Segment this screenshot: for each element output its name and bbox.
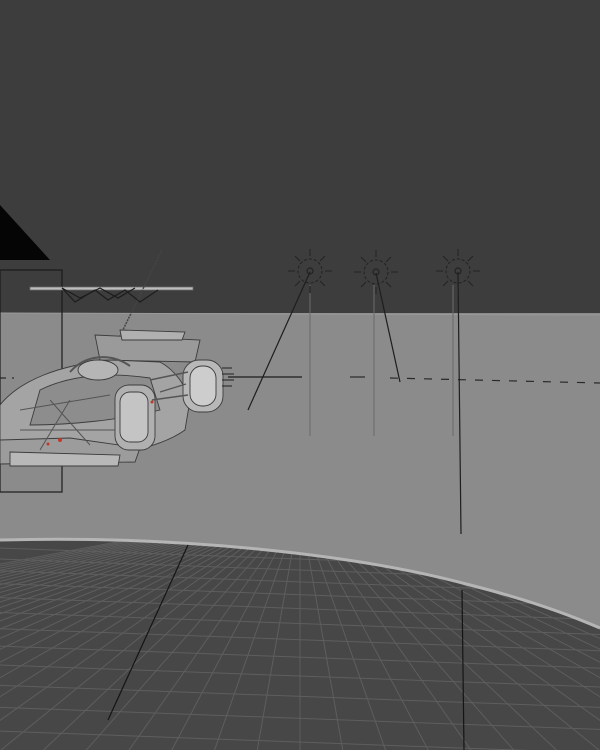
world-background [0,0,600,315]
3d-viewport[interactable] [0,0,600,750]
viewport-canvas[interactable] [0,0,600,750]
